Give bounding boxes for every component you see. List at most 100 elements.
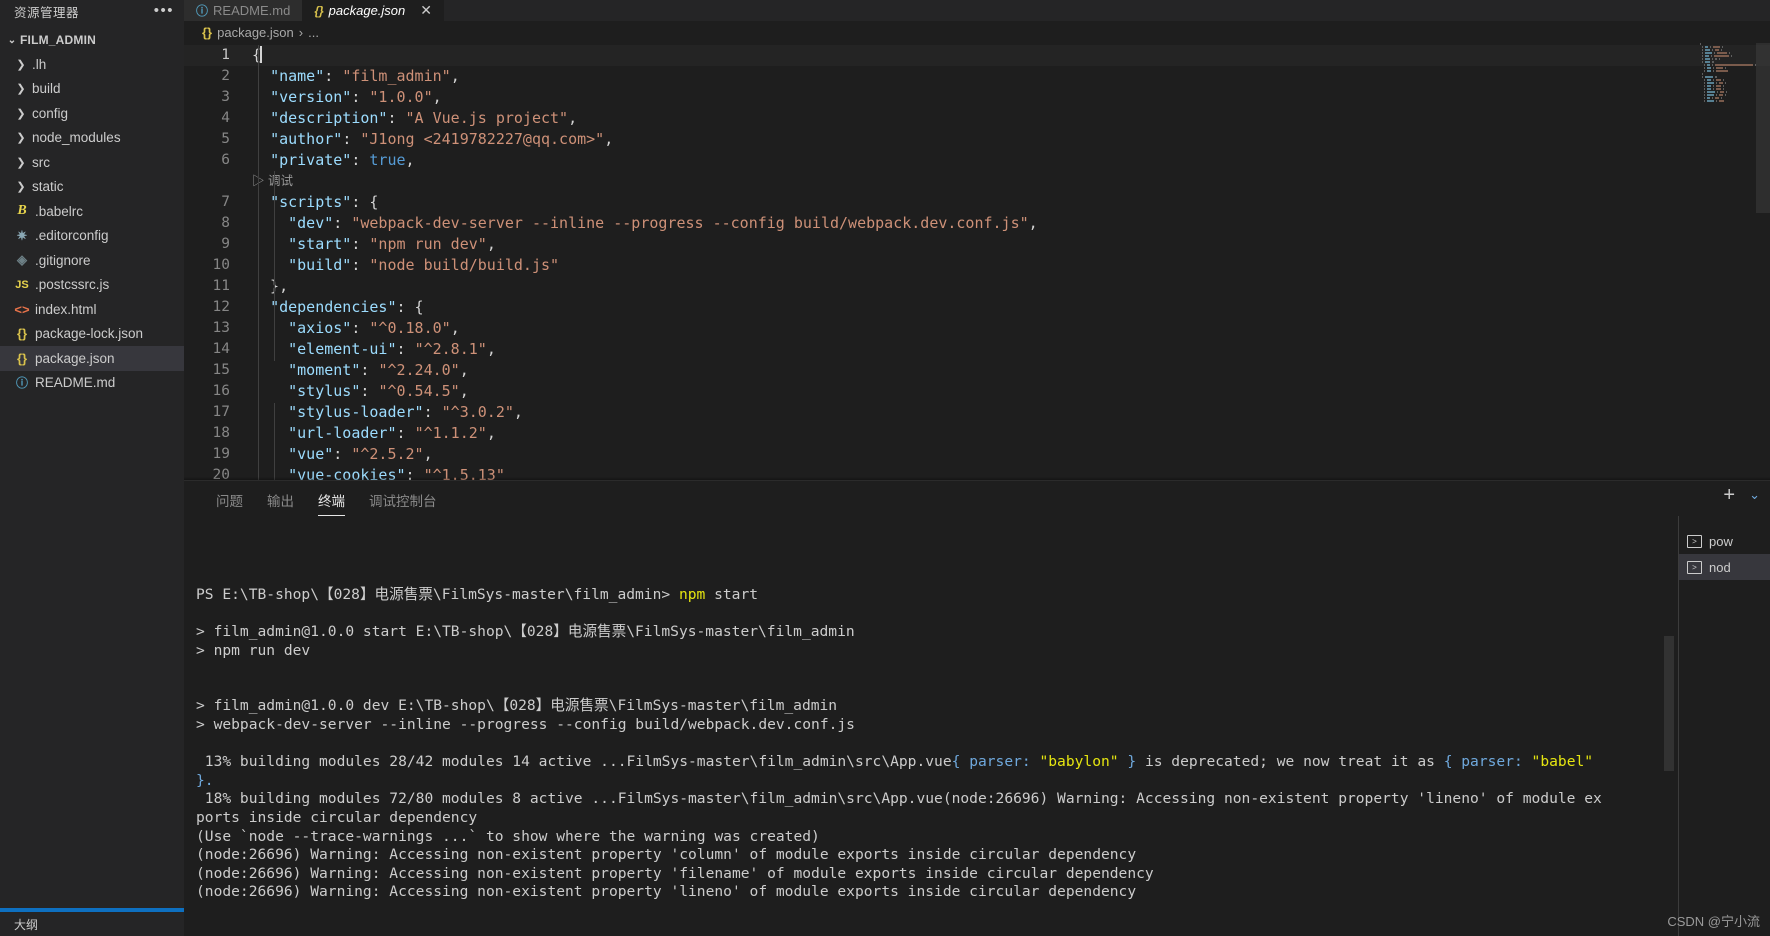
line-text: "version": "1.0.0",	[270, 88, 442, 106]
code-line[interactable]: 1{	[184, 45, 1770, 66]
tree-item-src[interactable]: ❯ src	[0, 150, 184, 175]
tree-item-static[interactable]: ❯ static	[0, 175, 184, 200]
code-line[interactable]: 9 "start": "npm run dev",	[184, 234, 1770, 255]
close-icon[interactable]: ✕	[420, 2, 432, 19]
terminal-tab-label: nod	[1709, 559, 1731, 575]
breadcrumb-file[interactable]: package.json	[217, 25, 294, 40]
tree-item-package-lock-json[interactable]: {} package-lock.json	[0, 322, 184, 347]
terminal-tab-nod[interactable]: > nod	[1679, 554, 1770, 580]
explorer-tree: ⌄ FILM_ADMIN ❯ .lh ❯ build ❯ config ❯ node_modu…	[0, 28, 184, 395]
code-line[interactable]: 5 "author": "J1ong <2419782227@qq.com>",	[184, 129, 1770, 150]
editor-scrollbar[interactable]	[1756, 43, 1770, 480]
terminal-tab-list: > pow > nod	[1678, 516, 1770, 936]
terminal-output[interactable]: PS E:\TB-shop\【028】电源售票\FilmSys-master\f…	[184, 516, 1678, 936]
code-line[interactable]: 8 "dev": "webpack-dev-server --inline --…	[184, 213, 1770, 234]
play-icon: ▷	[252, 174, 268, 188]
outline-section[interactable]: 大纲	[0, 908, 184, 936]
panel-tab-2[interactable]: 终端	[306, 490, 357, 516]
line-number: 18	[212, 425, 230, 441]
chevron-right-icon: ❯	[16, 132, 26, 145]
tree-item-package-json[interactable]: {} package.json	[0, 346, 184, 371]
tree-item-index-html[interactable]: <> index.html	[0, 297, 184, 322]
tree-item-build[interactable]: ❯ build	[0, 77, 184, 102]
git-icon: ◈	[17, 252, 27, 268]
tree-item-label: src	[32, 154, 50, 170]
tree-item-config[interactable]: ❯ config	[0, 101, 184, 126]
chevron-right-icon: ❯	[16, 181, 26, 194]
plus-icon[interactable]: +	[1723, 485, 1735, 505]
code-line[interactable]: 3 "version": "1.0.0",	[184, 87, 1770, 108]
code-line[interactable]: 17 "stylus-loader": "^3.0.2",	[184, 402, 1770, 423]
tree-item-postcssrc-js[interactable]: JS .postcssrc.js	[0, 273, 184, 298]
terminal-tab-label: pow	[1709, 533, 1733, 549]
tab-package-json[interactable]: {} package.json ✕	[302, 0, 445, 21]
chevron-right-icon: ❯	[16, 107, 26, 120]
codelens-debug[interactable]: ▷ 调试	[184, 171, 1770, 192]
line-text: "moment": "^2.24.0",	[288, 361, 469, 379]
json-icon: {}	[202, 24, 213, 40]
tree-item-label: static	[32, 179, 64, 195]
babel-icon: B	[17, 203, 27, 219]
breadcrumb[interactable]: {} package.json › ...	[184, 21, 1770, 43]
terminal-icon: >	[1687, 560, 1702, 574]
line-text: },	[252, 277, 289, 295]
ellipsis-icon[interactable]: •••	[154, 3, 174, 18]
line-number: 17	[212, 404, 230, 420]
minimap[interactable]	[1698, 43, 1756, 213]
line-text: "stylus": "^0.54.5",	[288, 382, 469, 400]
code-line[interactable]: 12 "dependencies": {	[184, 297, 1770, 318]
line-text: "element-ui": "^2.8.1",	[288, 340, 496, 358]
tree-item-babelrc[interactable]: B .babelrc	[0, 199, 184, 224]
code-line[interactable]: 4 "description": "A Vue.js project",	[184, 108, 1770, 129]
tree-item-editorconfig[interactable]: ✷ .editorconfig	[0, 224, 184, 249]
panel-tab-3[interactable]: 调试控制台	[357, 490, 449, 516]
json-icon: {}	[314, 3, 324, 18]
code-line[interactable]: 19 "vue": "^2.5.2",	[184, 444, 1770, 465]
code-line[interactable]: 10 "build": "node build/build.js"	[184, 255, 1770, 276]
code-line[interactable]: 7 "scripts": {	[184, 192, 1770, 213]
tree-item-lh[interactable]: ❯ .lh	[0, 52, 184, 77]
code-line[interactable]: 13 "axios": "^0.18.0",	[184, 318, 1770, 339]
code-editor[interactable]: 1{2 "name": "film_admin", 3 "version": "1…	[184, 43, 1770, 480]
editor-scrollbar-thumb[interactable]	[1756, 43, 1770, 213]
tree-item-node-modules[interactable]: ❯ node_modules	[0, 126, 184, 151]
line-number: 6	[221, 152, 230, 168]
line-text: "build": "node build/build.js"	[288, 256, 560, 274]
panel-tab-0[interactable]: 问题	[204, 490, 255, 516]
json-icon: {}	[16, 326, 28, 342]
terminal-tab-pow[interactable]: > pow	[1679, 528, 1770, 554]
minimap-line	[1698, 100, 1756, 103]
tree-item-label: README.md	[35, 375, 116, 391]
line-number: 5	[221, 131, 230, 147]
panel-tab-1[interactable]: 输出	[255, 490, 306, 516]
line-text: "scripts": {	[270, 193, 379, 211]
line-text: "dev": "webpack-dev-server --inline --pr…	[288, 214, 1038, 232]
tree-item-readme-md[interactable]: ⓘ README.md	[0, 371, 184, 396]
code-line[interactable]: 2 "name": "film_admin",	[184, 66, 1770, 87]
code-line[interactable]: 15 "moment": "^2.24.0",	[184, 360, 1770, 381]
panel-tabs: 问题 输出 终端 调试控制台	[204, 490, 449, 516]
tab-README-md[interactable]: ⓘ README.md	[184, 0, 303, 21]
explorer-title: 资源管理器	[14, 5, 80, 20]
code-line[interactable]: 11 },	[184, 276, 1770, 297]
terminal-line: > npm run dev	[196, 641, 311, 659]
project-root-row[interactable]: ⌄ FILM_ADMIN	[0, 28, 184, 52]
chevron-down-icon[interactable]: ⌄	[1749, 485, 1760, 505]
terminal-scrollbar-thumb[interactable]	[1664, 636, 1674, 771]
bottom-panel: 问题 输出 终端 调试控制台 + ⌄ PS E:\TB-shop\【028】电源售票\…	[184, 480, 1770, 936]
indent-guide	[258, 45, 259, 480]
outline-label: 大纲	[14, 918, 39, 932]
file-tree-list: ❯ .lh ❯ build ❯ config ❯ node_modules ❯ src ❯ stati…	[0, 52, 184, 395]
line-number: 12	[212, 299, 230, 315]
code-line[interactable]: 16 "stylus": "^0.54.5",	[184, 381, 1770, 402]
code-line[interactable]: 6 "private": true,	[184, 150, 1770, 171]
editor-area: ⓘ README.md{} package.json ✕ {} package.jso…	[184, 0, 1770, 936]
line-text: "axios": "^0.18.0",	[288, 319, 460, 337]
tab-label: README.md	[213, 3, 291, 18]
breadcrumb-tail[interactable]: ...	[308, 25, 319, 40]
code-line[interactable]: 14 "element-ui": "^2.8.1",	[184, 339, 1770, 360]
code-line[interactable]: 18 "url-loader": "^1.1.2",	[184, 423, 1770, 444]
tree-item-gitignore[interactable]: ◈ .gitignore	[0, 248, 184, 273]
